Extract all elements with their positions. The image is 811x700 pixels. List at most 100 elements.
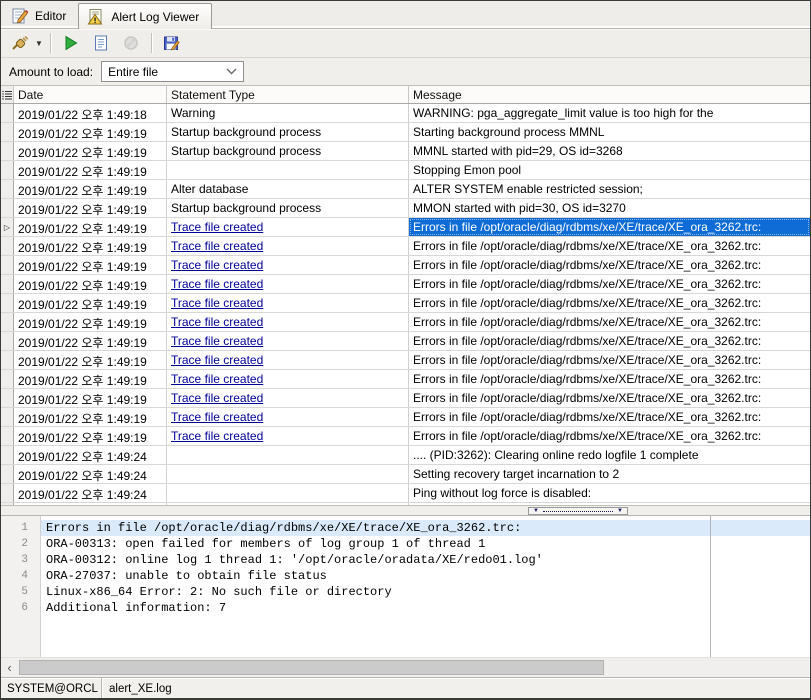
row-header[interactable]: [1, 104, 14, 122]
grid-corner-button[interactable]: [1, 86, 14, 103]
tab-alert-log-viewer[interactable]: Alert Log Viewer: [78, 3, 212, 29]
cell-message[interactable]: Stopping Emon pool: [409, 161, 810, 179]
cell-date[interactable]: 2019/01/22 오후 1:49:19: [14, 294, 167, 312]
row-header[interactable]: [1, 142, 14, 160]
code-area[interactable]: Errors in file /opt/oracle/diag/rdbms/xe…: [41, 516, 810, 657]
cell-statement-type[interactable]: Trace file created: [167, 389, 409, 407]
row-header[interactable]: [1, 237, 14, 255]
connection-button[interactable]: [7, 31, 33, 55]
cell-date[interactable]: 2019/01/22 오후 1:49:19: [14, 408, 167, 426]
cell-statement-type[interactable]: Trace file created: [167, 427, 409, 445]
trace-file-link[interactable]: Trace file created: [171, 258, 263, 272]
scrollbar-thumb[interactable]: [19, 660, 604, 675]
cell-statement-type[interactable]: Trace file created: [167, 275, 409, 293]
table-row[interactable]: 2019/01/22 오후 1:49:19Trace file createdE…: [1, 389, 810, 408]
cell-date[interactable]: 2019/01/22 오후 1:49:18: [14, 104, 167, 122]
cell-date[interactable]: 2019/01/22 오후 1:49:19: [14, 218, 167, 236]
connection-dropdown-arrow-icon[interactable]: ▼: [35, 39, 43, 48]
cell-date[interactable]: 2019/01/22 오후 1:49:19: [14, 332, 167, 350]
cell-date[interactable]: 2019/01/22 오후 1:49:19: [14, 275, 167, 293]
row-header[interactable]: [1, 351, 14, 369]
trace-file-link[interactable]: Trace file created: [171, 315, 263, 329]
cell-date[interactable]: 2019/01/22 오후 1:49:24: [14, 484, 167, 502]
table-row[interactable]: 2019/01/22 오후 1:49:18WarningWARNING: pga…: [1, 104, 810, 123]
cell-date[interactable]: 2019/01/22 오후 1:49:19: [14, 370, 167, 388]
cell-statement-type[interactable]: Trace file created: [167, 351, 409, 369]
cell-message[interactable]: Errors in file /opt/oracle/diag/rdbms/xe…: [409, 408, 810, 426]
cell-statement-type[interactable]: Trace file created: [167, 313, 409, 331]
cell-date[interactable]: 2019/01/22 오후 1:49:19: [14, 389, 167, 407]
trace-file-link[interactable]: Trace file created: [171, 239, 263, 253]
row-header[interactable]: [1, 370, 14, 388]
table-row[interactable]: 2019/01/22 오후 1:49:19 Trace file created E…: [1, 294, 810, 313]
column-header-message[interactable]: Message: [409, 86, 810, 103]
table-row[interactable]: 2019/01/22 오후 1:49:19 Trace file created E…: [1, 408, 810, 427]
cell-statement-type[interactable]: Trace file created: [167, 408, 409, 426]
cell-date[interactable]: 2019/01/22 오후 1:49:19: [14, 351, 167, 369]
column-header-date[interactable]: Date: [14, 86, 167, 103]
table-row[interactable]: 2019/01/22 오후 1:49:24 Setting recovery ta…: [1, 465, 810, 484]
trace-file-link[interactable]: Trace file created: [171, 296, 263, 310]
cell-message[interactable]: ALTER SYSTEM enable restricted session;: [409, 180, 810, 198]
message-detail-editor[interactable]: 123456 Errors in file /opt/oracle/diag/r…: [1, 516, 810, 657]
cell-message[interactable]: Errors in file /opt/oracle/diag/rdbms/xe…: [409, 332, 810, 350]
trace-file-link[interactable]: Trace file created: [171, 277, 263, 291]
cell-statement-type[interactable]: Warning: [167, 104, 409, 122]
cell-date[interactable]: 2019/01/22 오후 1:49:19: [14, 313, 167, 331]
cell-date[interactable]: 2019/01/22 오후 1:49:19: [14, 180, 167, 198]
table-row[interactable]: 2019/01/22 오후 1:49:24Ping without log fo…: [1, 484, 810, 503]
table-row[interactable]: 2019/01/22 오후 1:49:24.... (PID:3262): Cl…: [1, 446, 810, 465]
cell-message[interactable]: Errors in file /opt/oracle/diag/rdbms/xe…: [409, 351, 810, 369]
row-header[interactable]: [1, 465, 14, 483]
cell-message[interactable]: Errors in file /opt/oracle/diag/rdbms/xe…: [409, 275, 810, 293]
cell-message[interactable]: Errors in file /opt/oracle/diag/rdbms/xe…: [409, 313, 810, 331]
row-header[interactable]: [1, 484, 14, 502]
table-row[interactable]: ▷2019/01/22 오후 1:49:19Trace file created…: [1, 218, 810, 237]
row-header[interactable]: [1, 199, 14, 217]
cell-message[interactable]: Errors in file /opt/oracle/diag/rdbms/xe…: [409, 256, 810, 274]
open-file-button[interactable]: [88, 31, 114, 55]
row-header[interactable]: [1, 275, 14, 293]
cell-message[interactable]: Errors in file /opt/oracle/diag/rdbms/xe…: [409, 294, 810, 312]
scroll-left-arrow-icon[interactable]: ‹: [1, 658, 18, 677]
table-row[interactable]: 2019/01/22 오후 1:49:19Startup background …: [1, 199, 810, 218]
row-header[interactable]: [1, 313, 14, 331]
cell-message[interactable]: Setting recovery target incarnation to 2: [409, 465, 810, 483]
cell-statement-type[interactable]: [167, 465, 409, 483]
row-header[interactable]: [1, 427, 14, 445]
splitter-collapse-widget[interactable]: ▼ ▼: [528, 507, 628, 515]
cell-date[interactable]: 2019/01/22 오후 1:49:24: [14, 446, 167, 464]
table-row[interactable]: 2019/01/22 오후 1:49:19Trace file createdE…: [1, 351, 810, 370]
cell-date[interactable]: 2019/01/22 오후 1:49:19: [14, 161, 167, 179]
table-row[interactable]: 2019/01/22 오후 1:49:19 Trace file created E…: [1, 237, 810, 256]
row-header[interactable]: [1, 161, 14, 179]
row-header[interactable]: [1, 123, 14, 141]
cell-statement-type[interactable]: [167, 484, 409, 502]
cell-statement-type[interactable]: [167, 446, 409, 464]
cell-message[interactable]: Errors in file /opt/oracle/diag/rdbms/xe…: [409, 237, 810, 255]
pane-splitter[interactable]: ▼ ▼: [1, 505, 810, 516]
trace-file-link[interactable]: Trace file created: [171, 334, 263, 348]
table-row[interactable]: 2019/01/22 오후 1:49:19 Trace file created E…: [1, 256, 810, 275]
table-row[interactable]: 2019/01/22 오후 1:49:19Trace file createdE…: [1, 370, 810, 389]
cell-date[interactable]: 2019/01/22 오후 1:49:24: [14, 465, 167, 483]
trace-file-link[interactable]: Trace file created: [171, 220, 263, 234]
trace-file-link[interactable]: Trace file created: [171, 410, 263, 424]
row-header[interactable]: [1, 389, 14, 407]
horizontal-scrollbar[interactable]: ‹: [1, 657, 810, 677]
cell-date[interactable]: 2019/01/22 오후 1:49:19: [14, 123, 167, 141]
cell-date[interactable]: 2019/01/22 오후 1:49:19: [14, 237, 167, 255]
cell-statement-type[interactable]: Startup background process: [167, 199, 409, 217]
cell-message[interactable]: WARNING: pga_aggregate_limit value is to…: [409, 104, 810, 122]
cell-statement-type[interactable]: Trace file created: [167, 218, 409, 236]
cell-date[interactable]: 2019/01/22 오후 1:49:19: [14, 256, 167, 274]
column-header-statement-type[interactable]: Statement Type: [167, 86, 409, 103]
cell-statement-type[interactable]: Trace file created: [167, 370, 409, 388]
refresh-button[interactable]: [58, 31, 84, 55]
table-row[interactable]: 2019/01/22 오후 1:49:19 Stopping Emon pool: [1, 161, 810, 180]
cell-message[interactable]: Errors in file /opt/oracle/diag/rdbms/xe…: [409, 389, 810, 407]
row-header[interactable]: [1, 180, 14, 198]
cell-message[interactable]: MMNL started with pid=29, OS id=3268: [409, 142, 810, 160]
table-row[interactable]: 2019/01/22 오후 1:49:19 Trace file created E…: [1, 313, 810, 332]
cell-message[interactable]: Errors in file /opt/oracle/diag/rdbms/xe…: [409, 370, 810, 388]
